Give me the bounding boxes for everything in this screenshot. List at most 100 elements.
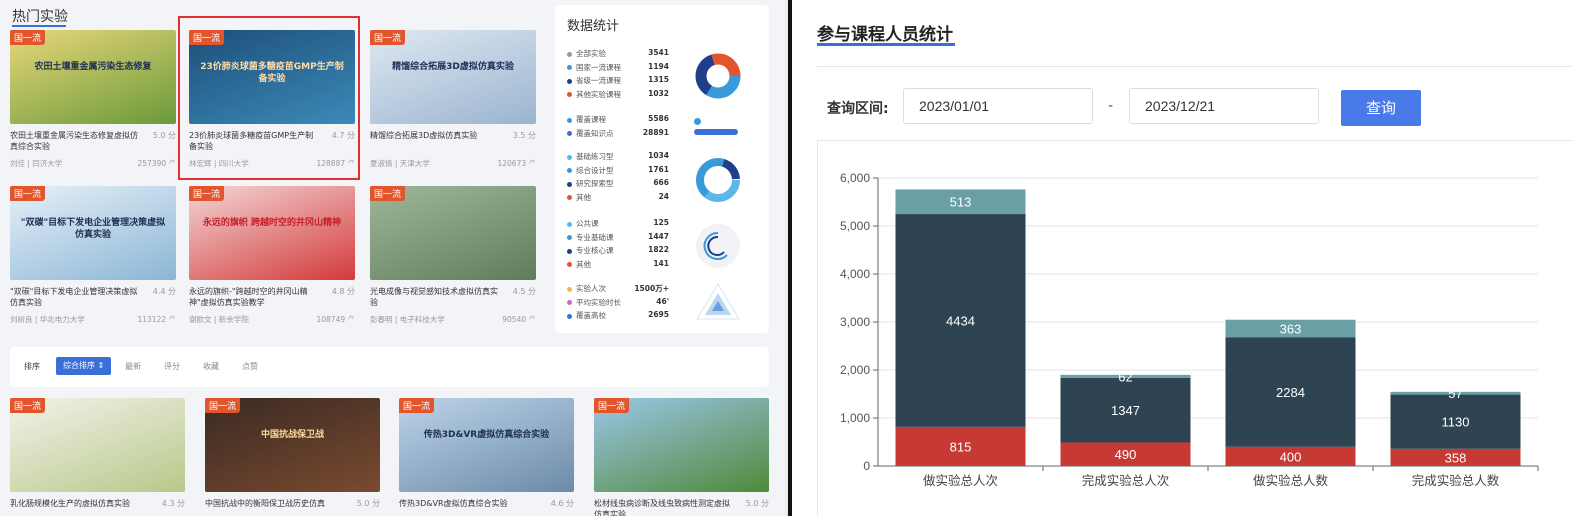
experiment-thumbnail[interactable]: 国一流 农田土壤重金属污染生态修复	[10, 30, 176, 124]
stat-value: 1194	[648, 61, 669, 71]
radar-icon	[696, 283, 740, 320]
stat-value: 666	[653, 178, 669, 187]
stat-row: 其他实验课程 1032	[567, 89, 669, 101]
legend-dot	[567, 131, 572, 136]
stat-label: 实验人次	[576, 284, 606, 293]
stats-panel: 数据统计 全部实验 3541 国家一流课程 1194 省级一流课程 1315 其他实验课程 1…	[555, 5, 769, 333]
experiment-card[interactable]: 国一流 乳化肠规模化生产的虚拟仿真实验 4.3 分	[10, 398, 185, 516]
stat-value: 1032	[648, 88, 669, 98]
sort-likes-button[interactable]: 点赞	[242, 361, 258, 372]
national-first-class-badge: 国一流	[399, 398, 435, 413]
stat-label: 平均实验时长	[576, 297, 621, 307]
stat-value: 1822	[648, 245, 669, 254]
experiment-score: 3.5 分	[512, 131, 536, 140]
sort-latest-button[interactable]: 最新	[125, 361, 141, 372]
experiment-thumbnail[interactable]: 国一流传热3D&VR虚拟仿真综合实验	[399, 398, 574, 492]
experiment-thumbnail[interactable]: 国一流 永远的旗帜 跨越时空的井冈山精神	[189, 186, 355, 280]
y-tick-label: 5,000	[840, 219, 870, 233]
stat-label: 其他	[576, 259, 591, 269]
stat-label: 公共课	[576, 219, 599, 228]
experiment-score: 4.6 分	[550, 499, 574, 508]
experiment-card[interactable]: 国一流 松材线虫病诊断及线虫致病性测定虚拟仿真实验 5.0 分	[594, 398, 769, 516]
experiment-score: 5.0 分	[152, 131, 176, 140]
stat-label: 专业基础课	[576, 232, 614, 242]
legend-dot	[567, 313, 572, 319]
sort-comprehensive-button[interactable]: 综合排序 ⇕	[56, 357, 111, 375]
experiment-thumbnail[interactable]: 国一流	[370, 186, 536, 280]
thumbnail-caption: 中国抗战保卫战	[260, 430, 324, 440]
legend-dot	[567, 195, 572, 200]
stat-row: 公共课 125	[567, 218, 669, 230]
thumbnail-caption: "双碳"目标下发电企业管理决策虚拟仿真实验	[20, 218, 166, 240]
stat-value: 125	[653, 218, 669, 227]
experiment-score: 4.7 分	[331, 131, 355, 140]
stat-row: 综合设计型 1761	[567, 165, 669, 177]
experiment-card[interactable]: 国一流 精馏综合拓展3D虚拟仿真实验 精馏综合拓展3D虚拟仿真实验 3.5 分夏淑倩 …	[370, 30, 536, 176]
stat-label: 专业核心课	[576, 246, 614, 255]
experiment-title[interactable]: 乳化肠规模化生产的虚拟仿真实验	[10, 498, 149, 509]
end-date-input[interactable]: 2023/12/21	[1129, 88, 1319, 124]
experiment-score: 4.4 分	[152, 287, 176, 296]
stat-label: 基础练习型	[576, 152, 614, 161]
course-category-gauge	[696, 224, 740, 268]
query-range-label: 查询区间:	[827, 101, 889, 117]
experiment-card[interactable]: 国一流 23价肺炎球菌多糖疫苗GMP生产制备实验 23价肺炎球菌多糖疫苗GMP生产制…	[178, 16, 360, 180]
experiment-title[interactable]: 23价肺炎球菌多糖疫苗GMP生产制备实验	[189, 130, 319, 152]
start-date-input[interactable]: 2023/01/01	[903, 88, 1093, 124]
experiment-card[interactable]: 国一流 光电成像与视觉感知技术虚拟仿真实验 4.5 分彭春明 | 电子科技大学 905…	[370, 186, 536, 332]
experiment-view-count: 120673 ⺈	[497, 159, 536, 168]
experiment-thumbnail[interactable]: 国一流 精馏综合拓展3D虚拟仿真实验	[370, 30, 536, 124]
experiment-title[interactable]: "双碳"目标下发电企业管理决策虚拟仿真实验	[10, 286, 140, 308]
data-label: 1347	[1111, 403, 1140, 418]
experiment-card[interactable]: 国一流 农田土壤重金属污染生态修复农田土壤重金属污染生态修复虚拟仿真综合实验 5.0…	[10, 30, 176, 176]
experiment-thumbnail[interactable]: 国一流 23价肺炎球菌多糖疫苗GMP生产制备实验	[189, 30, 355, 124]
experiment-title[interactable]: 精馏综合拓展3D虚拟仿真实验	[370, 130, 500, 141]
data-label: 513	[950, 195, 972, 210]
legend-dot	[567, 154, 572, 160]
stat-value: 46'	[656, 296, 669, 306]
data-label: 62	[1118, 369, 1132, 384]
legend-dot	[567, 117, 572, 123]
data-label: 358	[1445, 450, 1467, 465]
experiment-title[interactable]: 农田土壤重金属污染生态修复虚拟仿真综合实验	[10, 130, 140, 152]
query-button[interactable]: 查询	[1341, 90, 1421, 126]
experiment-title[interactable]: 永远的旗帜-"跨越时空的井冈山精神"虚拟仿真实验教学	[189, 286, 319, 308]
thumbnail-caption: 传热3D&VR虚拟仿真综合实验	[423, 430, 550, 440]
legend-dot	[567, 235, 572, 240]
experiment-title[interactable]: 光电成像与视觉感知技术虚拟仿真实验	[370, 286, 500, 308]
experiment-title[interactable]: 传热3D&VR虚拟仿真综合实验	[399, 498, 538, 509]
x-tick-label: 完成实验总人数	[1412, 473, 1500, 488]
legend-dot	[567, 248, 572, 254]
experiment-card[interactable]: 国一流 "双碳"目标下发电企业管理决策虚拟仿真实验 "双碳"目标下发电企业管理决策虚…	[10, 186, 176, 332]
sort-score-button[interactable]: 评分	[164, 361, 180, 372]
experiment-view-count: 128887 ⺈	[316, 159, 355, 168]
stacked-bar-chart: 0 1,000 2,000 3,000 4,000 5,000 6,000 815 4434 51…	[840, 171, 1539, 488]
experiment-thumbnail[interactable]: 国一流	[10, 398, 185, 492]
experiment-thumbnail[interactable]: 国一流中国抗战保卫战	[205, 398, 380, 492]
chart-container: 0 1,000 2,000 3,000 4,000 5,000 6,000 815 4434 51…	[817, 140, 1572, 516]
experiment-thumbnail[interactable]: 国一流	[594, 398, 769, 492]
legend-dot	[567, 181, 572, 187]
stat-label: 覆盖高校	[576, 311, 606, 320]
stat-value: 1447	[648, 231, 669, 241]
sort-label: 排序	[24, 362, 40, 371]
stat-row: 专业基础课 1447	[567, 232, 669, 244]
stat-label: 覆盖知识点	[576, 128, 614, 138]
stat-label: 覆盖课程	[576, 115, 606, 124]
stat-label: 省级一流课程	[576, 76, 621, 85]
experiment-card[interactable]: 国一流 中国抗战保卫战 中国抗战中的衡阳保卫战历史仿真 5.0 分	[205, 398, 380, 516]
stat-row: 全部实验 3541	[567, 48, 669, 60]
experiment-card[interactable]: 国一流 永远的旗帜 跨越时空的井冈山精神永远的旗帜-"跨越时空的井冈山精神"虚拟仿…	[189, 186, 355, 332]
experiment-thumbnail[interactable]: 国一流 "双碳"目标下发电企业管理决策虚拟仿真实验	[10, 186, 176, 280]
experiment-title[interactable]: 中国抗战中的衡阳保卫战历史仿真	[205, 498, 344, 509]
stat-label: 其他实验课程	[576, 89, 621, 99]
national-first-class-badge: 国一流	[10, 30, 46, 45]
experiment-card[interactable]: 国一流 传热3D&VR虚拟仿真综合实验 传热3D&VR虚拟仿真综合实验 4.6 分	[399, 398, 574, 516]
experiment-score: 4.8 分	[331, 287, 355, 296]
stat-value: 28891	[642, 127, 669, 137]
sort-favorites-button[interactable]: 收藏	[203, 361, 219, 372]
y-tick-label: 2,000	[840, 363, 870, 377]
national-first-class-badge: 国一流	[205, 398, 241, 413]
stat-value: 24	[658, 191, 669, 201]
experiment-title[interactable]: 松材线虫病诊断及线虫致病性测定虚拟仿真实验	[594, 498, 733, 516]
